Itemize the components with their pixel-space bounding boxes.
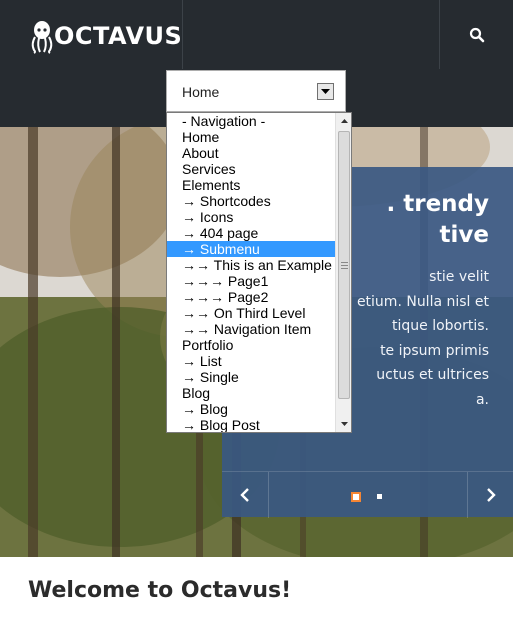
nav-divider bbox=[268, 472, 269, 518]
slider-dot[interactable] bbox=[377, 494, 382, 499]
prev-slide-button[interactable] bbox=[222, 472, 268, 518]
dropdown-option[interactable]: Portfolio bbox=[167, 337, 335, 353]
dropdown-option[interactable]: → Blog bbox=[167, 401, 335, 417]
dropdown-options: - Navigation - Home About Services Elements →… bbox=[167, 113, 335, 432]
dropdown-option[interactable]: Blog bbox=[167, 385, 335, 401]
dropdown-option[interactable]: - Navigation - bbox=[167, 113, 335, 129]
select-dropdown-list[interactable]: - Navigation - Home About Services Elements →… bbox=[166, 112, 352, 433]
site-logo[interactable]: OCTAVUS bbox=[28, 18, 182, 54]
welcome-heading: Welcome to Octavus! bbox=[28, 578, 292, 603]
dropdown-scrollbar[interactable] bbox=[335, 113, 351, 432]
dropdown-option[interactable]: → Shortcodes bbox=[167, 193, 335, 209]
chevron-right-icon bbox=[487, 488, 496, 502]
search-icon bbox=[469, 27, 484, 42]
dropdown-option[interactable]: → Blog Post bbox=[167, 417, 335, 432]
dropdown-option[interactable]: Home bbox=[167, 129, 335, 145]
dropdown-option[interactable]: → Icons bbox=[167, 209, 335, 225]
scrollbar-grip-icon bbox=[341, 262, 348, 269]
slider-dot-active[interactable] bbox=[351, 492, 361, 502]
dropdown-option[interactable]: Services bbox=[167, 161, 335, 177]
next-slide-button[interactable] bbox=[468, 472, 513, 518]
chevron-left-icon bbox=[240, 488, 249, 502]
scroll-down-button[interactable] bbox=[336, 416, 351, 432]
dropdown-option[interactable]: → Submenu bbox=[167, 241, 335, 257]
chevron-down-icon bbox=[321, 88, 330, 94]
dropdown-option[interactable]: →→ This is an Example bbox=[167, 257, 335, 273]
dropdown-option[interactable]: →→→ Page2 bbox=[167, 289, 335, 305]
dropdown-option[interactable]: → 404 page bbox=[167, 225, 335, 241]
dropdown-option[interactable]: → Single bbox=[167, 369, 335, 385]
slider-navigation bbox=[222, 471, 513, 518]
select-value: Home bbox=[182, 84, 220, 100]
logo-text: OCTAVUS bbox=[54, 22, 183, 50]
dropdown-arrow-button[interactable] bbox=[317, 83, 334, 100]
arrow-up-icon bbox=[340, 119, 348, 123]
arrow-down-icon bbox=[340, 422, 348, 426]
header-divider bbox=[182, 0, 183, 69]
search-button[interactable] bbox=[440, 0, 513, 69]
dropdown-option[interactable]: About bbox=[167, 145, 335, 161]
dropdown-option[interactable]: → List bbox=[167, 353, 335, 369]
dropdown-option[interactable]: →→→ Page1 bbox=[167, 273, 335, 289]
mobile-menu-select[interactable]: Home bbox=[166, 70, 346, 112]
scroll-up-button[interactable] bbox=[336, 113, 351, 129]
scrollbar-thumb[interactable] bbox=[338, 131, 350, 399]
dropdown-option[interactable]: →→ On Third Level bbox=[167, 305, 335, 321]
dropdown-option[interactable]: Elements bbox=[167, 177, 335, 193]
dropdown-option[interactable]: →→ Navigation Item bbox=[167, 321, 335, 337]
